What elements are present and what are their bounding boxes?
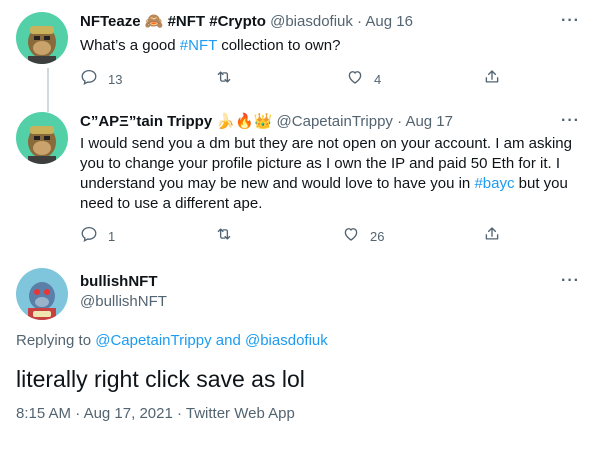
retweet-icon (215, 68, 233, 91)
dot-separator: · (71, 405, 84, 422)
share-icon (483, 68, 501, 91)
tweet-text-part: collection to own? (217, 37, 341, 54)
more-icon[interactable]: ··· (561, 12, 580, 30)
reply-button[interactable]: 1 (80, 226, 115, 246)
tweet-1[interactable]: NFTeaze 🙈 #NFT #Crypto @biasdofiuk · Aug… (0, 0, 598, 112)
action-bar: 13 4 (80, 69, 510, 89)
reply-icon (80, 68, 98, 91)
share-button[interactable] (483, 226, 501, 246)
tweet-date[interactable]: Aug 16 (365, 13, 413, 30)
reply-count: 13 (108, 71, 123, 87)
like-count: 26 (370, 228, 385, 244)
more-icon[interactable]: ··· (561, 112, 580, 130)
tweet-text: I would send you a dm but they are not o… (80, 134, 580, 214)
share-icon (483, 225, 501, 248)
mention-and: and (211, 332, 245, 349)
user-handle[interactable]: @bullishNFT (80, 293, 167, 310)
avatar-capetaintrippy[interactable] (16, 112, 68, 164)
avatar-bullishnft[interactable] (16, 268, 68, 320)
retweet-button[interactable] (215, 226, 243, 246)
reply-count: 1 (108, 228, 116, 244)
reply-icon (80, 225, 98, 248)
display-name[interactable]: bullishNFT (80, 273, 158, 290)
display-name[interactable]: NFTeaze 🙈 #NFT #Crypto (80, 13, 266, 30)
like-icon (342, 225, 360, 248)
display-name[interactable]: C”APΞ”tain Trippy 🍌🔥👑 (80, 113, 272, 130)
tweet-time[interactable]: 8:15 AM (16, 405, 71, 422)
user-handle[interactable]: @biasdofiuk (270, 13, 353, 30)
hashtag-link[interactable]: #bayc (474, 175, 514, 192)
dot-separator: · (172, 405, 186, 422)
retweet-icon (215, 225, 233, 248)
avatar-nfteaze[interactable] (16, 12, 68, 64)
retweet-button[interactable] (215, 69, 243, 89)
dot-separator: · (352, 13, 366, 30)
tweet-header: C”APΞ”tain Trippy 🍌🔥👑 @CapetainTrippy · … (80, 112, 453, 132)
tweet-text-part: What’s a good (80, 37, 180, 54)
main-tweet-handle: @bullishNFT (80, 292, 167, 312)
like-icon (346, 68, 364, 91)
mention-link[interactable]: @biasdofiuk (245, 332, 328, 349)
more-icon[interactable]: ··· (561, 272, 580, 290)
main-tweet-text: literally right click save as lol (16, 366, 305, 392)
action-bar: 1 26 (80, 226, 510, 246)
hashtag-link[interactable]: #NFT (180, 37, 217, 54)
tweet-header: NFTeaze 🙈 #NFT #Crypto @biasdofiuk · Aug… (80, 12, 413, 32)
reply-button[interactable]: 13 (80, 69, 122, 89)
tweet-timestamp: 8:15 AM · Aug 17, 2021 · Twitter Web App (16, 405, 295, 422)
replying-label: Replying to (16, 332, 96, 349)
like-count: 4 (374, 71, 382, 87)
main-tweet: bullishNFT @bullishNFT ··· Replying to @… (0, 260, 598, 450)
dot-separator: · (392, 113, 406, 130)
replying-to: Replying to @CapetainTrippy and @biasdof… (16, 332, 328, 349)
tweet-text: What’s a good #NFT collection to own? (80, 36, 580, 56)
like-button[interactable]: 4 (346, 69, 381, 89)
tweet-source[interactable]: Twitter Web App (186, 405, 295, 422)
user-handle[interactable]: @CapetainTrippy (277, 113, 393, 130)
main-tweet-name: bullishNFT (80, 272, 158, 292)
tweet-date[interactable]: Aug 17, 2021 (84, 405, 173, 422)
tweet-date[interactable]: Aug 17 (405, 113, 453, 130)
mention-link[interactable]: @CapetainTrippy (95, 332, 211, 349)
share-button[interactable] (483, 69, 501, 89)
like-button[interactable]: 26 (342, 226, 384, 246)
tweet-2[interactable]: C”APΞ”tain Trippy 🍌🔥👑 @CapetainTrippy · … (0, 100, 598, 260)
